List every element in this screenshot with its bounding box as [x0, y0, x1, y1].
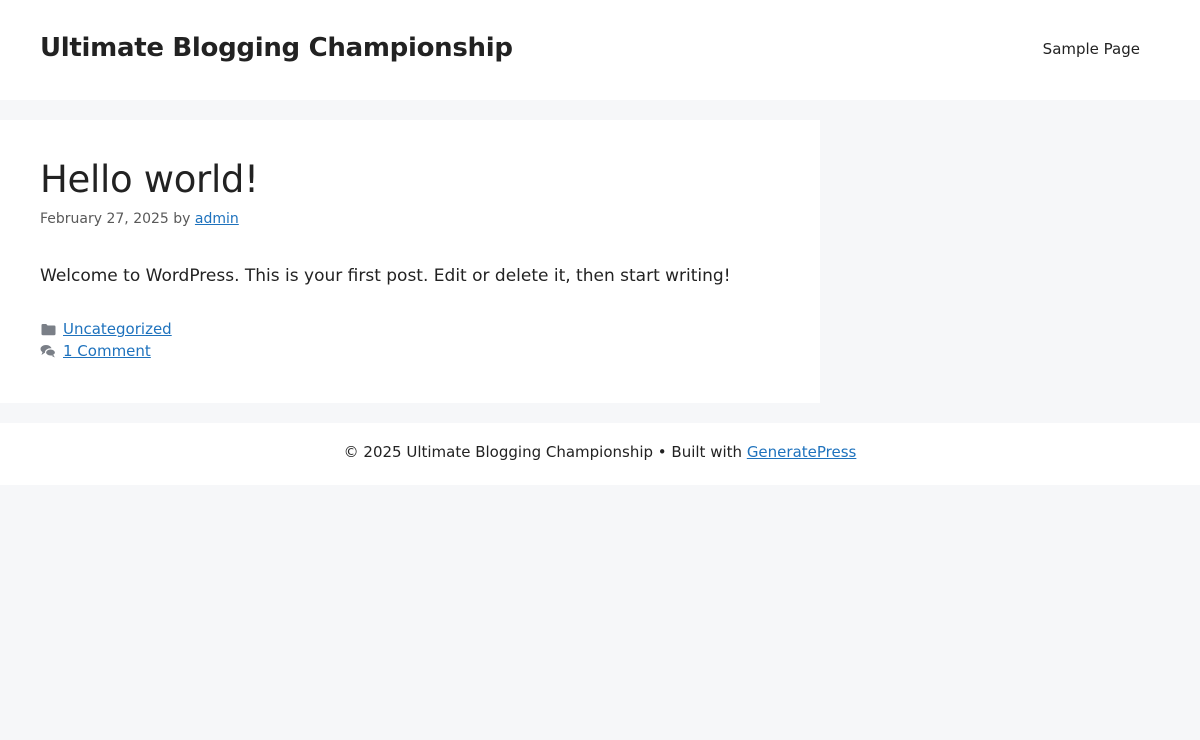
generatepress-link[interactable]: GeneratePress: [747, 443, 857, 461]
nav-item-sample-page[interactable]: Sample Page: [1043, 40, 1140, 58]
post-date: February 27, 2025: [40, 211, 169, 227]
post-meta: February 27, 2025 by admin: [40, 211, 239, 227]
comments-link[interactable]: 1 Comment: [63, 342, 151, 360]
comments-icon: [40, 343, 56, 359]
site-footer: © 2025 Ultimate Blogging Championship • …: [0, 423, 1200, 485]
footer-text: © 2025 Ultimate Blogging Championship • …: [0, 443, 1200, 461]
post-comments-row: 1 Comment: [40, 342, 151, 360]
post-title: Hello world!: [40, 158, 259, 201]
site-title-link[interactable]: Ultimate Blogging Championship: [40, 33, 513, 63]
post-category-row: Uncategorized: [40, 320, 172, 338]
author-link[interactable]: admin: [195, 211, 239, 227]
post-content: Welcome to WordPress. This is your first…: [40, 266, 731, 286]
folder-icon: [40, 321, 56, 337]
post-card: Hello world! February 27, 2025 by admin …: [0, 120, 820, 403]
post-by-label: by: [173, 211, 191, 227]
footer-copyright: © 2025 Ultimate Blogging Championship • …: [343, 443, 743, 461]
category-link[interactable]: Uncategorized: [63, 320, 172, 338]
site-header: Ultimate Blogging Championship Sample Pa…: [0, 0, 1200, 100]
